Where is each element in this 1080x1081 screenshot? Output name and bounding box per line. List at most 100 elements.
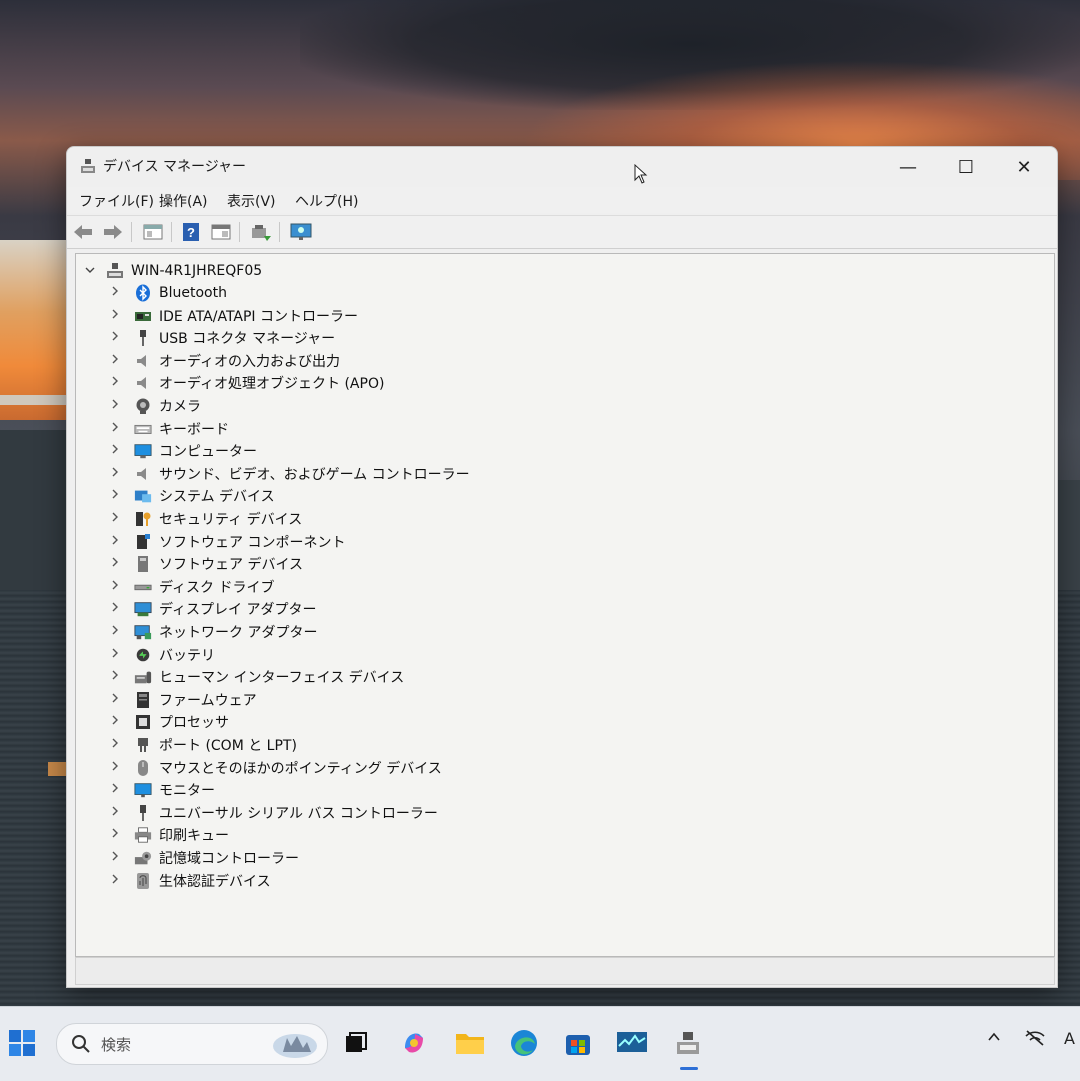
network-off-icon[interactable] [1024,1029,1046,1051]
tree-category[interactable]: USB コネクタ マネージャー [110,327,335,349]
computer-name: WIN-4R1JHREQF05 [131,263,263,279]
menu-file[interactable]: ファイル(F) [79,191,154,211]
close-button[interactable]: ✕ [1001,151,1047,183]
chevron-right-icon[interactable] [110,466,122,482]
chevron-right-icon[interactable] [110,534,122,550]
chevron-right-icon[interactable] [110,421,122,437]
tree-category[interactable]: カメラ [110,395,201,417]
chevron-up-icon[interactable] [986,1029,1002,1049]
help-icon[interactable]: ? [179,220,203,244]
chevron-right-icon[interactable] [110,782,122,798]
tree-category[interactable]: モニター [110,779,215,801]
tree-category[interactable]: ネットワーク アダプター [110,621,317,643]
tree-category[interactable]: サウンド、ビデオ、およびゲーム コントローラー [110,463,470,485]
maximize-button[interactable]: ☐ [943,151,989,183]
chevron-right-icon[interactable] [110,308,122,324]
store-icon[interactable] [558,1023,598,1063]
tree-category[interactable]: マウスとそのほかのポインティング デバイス [110,757,442,779]
file-explorer-icon[interactable] [450,1023,490,1063]
software-component-icon [134,533,152,551]
tree-category[interactable]: ポート (COM と LPT) [110,734,297,756]
chevron-right-icon[interactable] [110,579,122,595]
speaker-icon [134,374,152,392]
tree-category[interactable]: Bluetooth [110,282,227,304]
tree-category[interactable]: セキュリティ デバイス [110,508,302,530]
device-manager-icon[interactable] [668,1023,708,1063]
chevron-right-icon[interactable] [110,624,122,640]
tree-category-label: オーディオ処理オブジェクト (APO) [159,376,385,393]
performance-monitor-icon[interactable] [612,1023,652,1063]
tree-category[interactable]: ユニバーサル シリアル バス コントローラー [110,802,438,824]
processor-icon [134,713,152,731]
ime-indicator[interactable]: A [1064,1029,1075,1048]
tree-category[interactable]: 印刷キュー [110,824,229,846]
tree-category[interactable]: バッテリ [110,644,215,666]
chevron-down-icon[interactable] [84,264,98,278]
scan-hardware-icon[interactable] [289,220,313,244]
minimize-button[interactable]: — [885,151,931,183]
chevron-right-icon[interactable] [110,873,122,889]
chevron-right-icon[interactable] [110,692,122,708]
storage-controller-icon [134,849,152,867]
chevron-right-icon[interactable] [110,511,122,527]
chevron-right-icon[interactable] [110,827,122,843]
chevron-right-icon[interactable] [110,714,122,730]
device-tree[interactable]: WIN-4R1JHREQF05 Bluetooth IDE ATA/ATAPI コ… [75,253,1055,957]
chevron-right-icon[interactable] [110,330,122,346]
tree-category[interactable]: ソフトウェア デバイス [110,553,303,575]
back-icon[interactable] [71,220,95,244]
chevron-right-icon[interactable] [110,737,122,753]
device-manager-window[interactable]: デバイス マネージャー — ☐ ✕ ファイル(F) 操作(A) 表示(V) ヘル… [66,146,1058,988]
tree-category[interactable]: キーボード [110,418,229,440]
chevron-right-icon[interactable] [110,488,122,504]
chevron-right-icon[interactable] [110,760,122,776]
tree-category[interactable]: ディスク ドライブ [110,576,274,598]
title-bar[interactable]: デバイス マネージャー — ☐ ✕ [67,147,1057,187]
menu-view[interactable]: 表示(V) [227,191,276,211]
tree-category-label: ファームウェア [159,692,257,709]
toolbar-separator [279,222,280,242]
tree-category[interactable]: 生体認証デバイス [110,870,271,892]
start-icon[interactable] [2,1023,42,1063]
tree-category[interactable]: IDE ATA/ATAPI コントローラー [110,305,358,327]
menu-help[interactable]: ヘルプ(H) [295,191,358,211]
tree-category-label: コンピューター [159,444,257,461]
biometric-icon [134,872,152,890]
tree-category[interactable]: オーディオの入力および出力 [110,350,340,372]
search-placeholder: 検索 [101,1036,132,1054]
chevron-right-icon[interactable] [110,353,122,369]
tree-category-label: ディスプレイ アダプター [159,602,317,619]
chevron-right-icon[interactable] [110,669,122,685]
chevron-right-icon[interactable] [110,443,122,459]
tree-category[interactable]: ヒューマン インターフェイス デバイス [110,666,404,688]
mouse-cursor-icon [634,163,648,188]
copilot-icon[interactable] [394,1023,434,1063]
chevron-right-icon[interactable] [110,398,122,414]
chevron-right-icon[interactable] [110,647,122,663]
tree-category[interactable]: ファームウェア [110,689,257,711]
chevron-right-icon[interactable] [110,556,122,572]
menu-action[interactable]: 操作(A) [159,191,208,211]
tree-category[interactable]: システム デバイス [110,485,275,507]
forward-icon[interactable] [101,220,125,244]
tree-category-label: サウンド、ビデオ、およびゲーム コントローラー [159,466,470,483]
chevron-right-icon[interactable] [110,375,122,391]
tree-category[interactable]: プロセッサ [110,711,229,733]
task-view-icon[interactable] [336,1023,376,1063]
search-box[interactable]: 検索 [56,1023,328,1065]
tree-root[interactable]: WIN-4R1JHREQF05 [84,260,262,282]
tree-category[interactable]: ソフトウェア コンポーネント [110,531,345,553]
mouse-icon [134,759,152,777]
view-icon[interactable] [209,220,233,244]
update-driver-icon[interactable] [249,220,273,244]
chevron-right-icon[interactable] [110,805,122,821]
chevron-right-icon[interactable] [110,601,122,617]
tree-category[interactable]: オーディオ処理オブジェクト (APO) [110,372,384,394]
chevron-right-icon[interactable] [110,850,122,866]
tree-category[interactable]: コンピューター [110,440,257,462]
edge-icon[interactable] [504,1023,544,1063]
properties-icon[interactable] [141,220,165,244]
tree-category[interactable]: ディスプレイ アダプター [110,598,316,620]
chevron-right-icon[interactable] [110,285,122,301]
tree-category[interactable]: 記憶域コントローラー [110,847,299,869]
